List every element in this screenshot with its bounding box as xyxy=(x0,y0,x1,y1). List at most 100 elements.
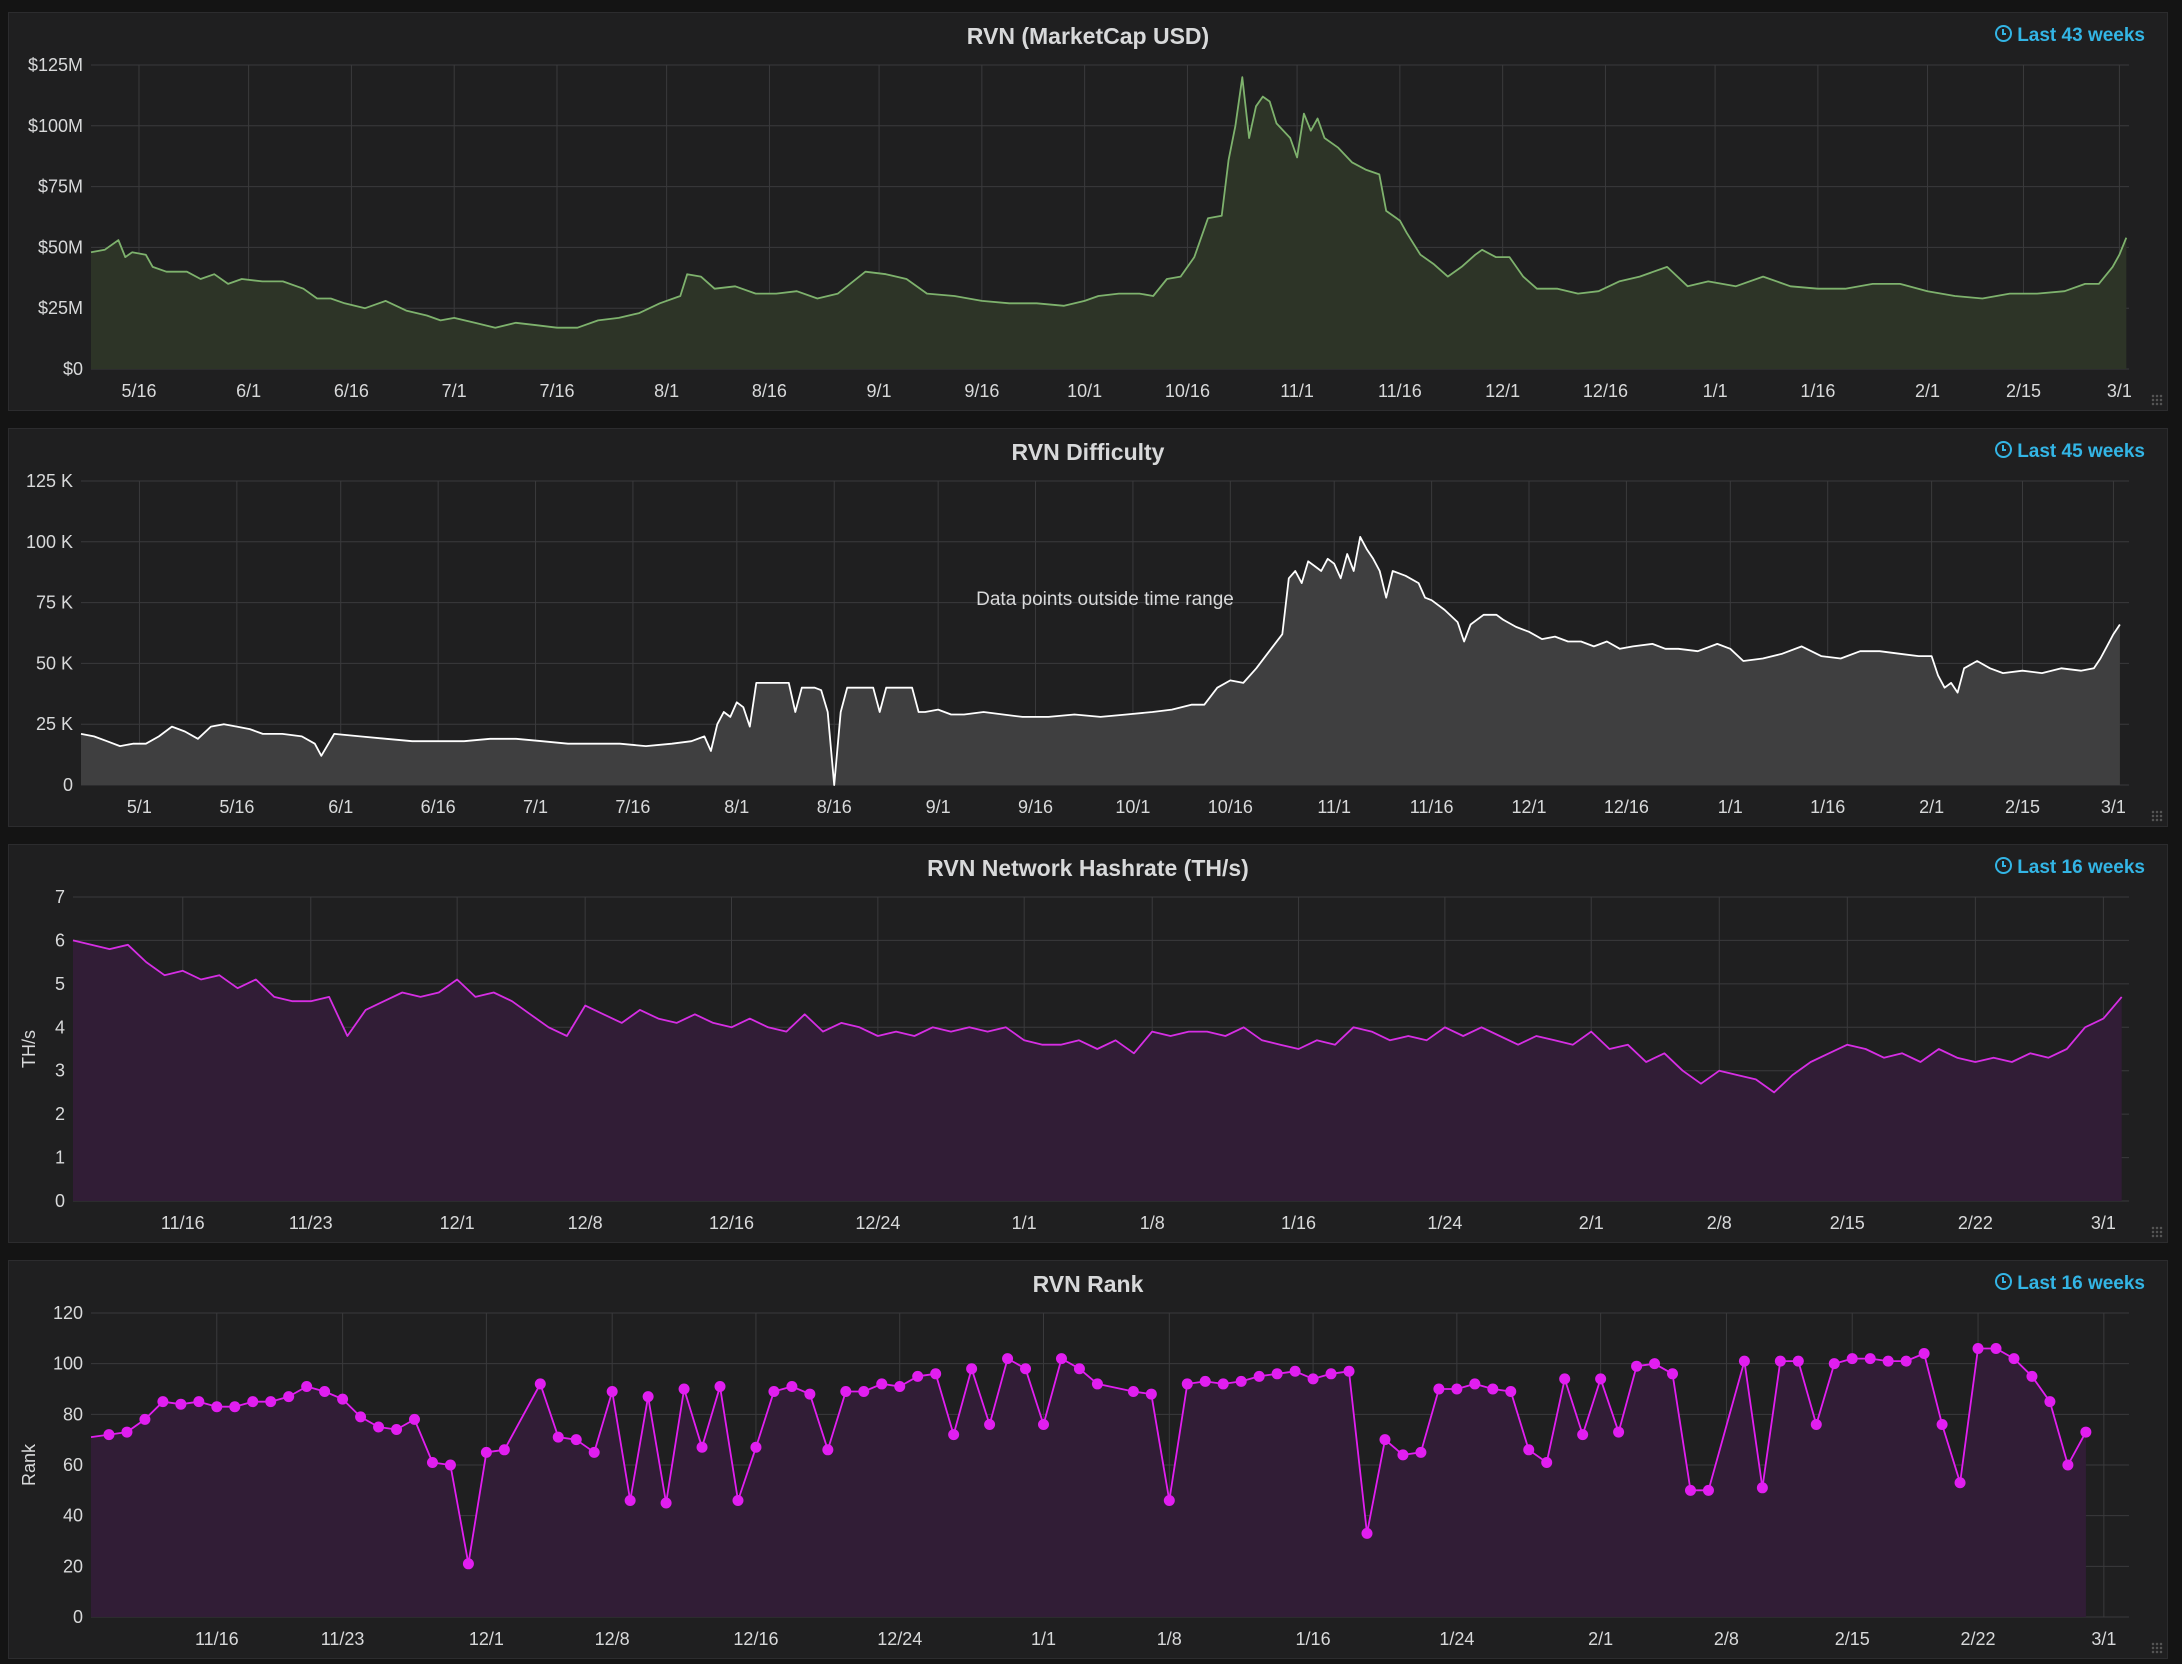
data-point xyxy=(750,1441,762,1453)
x-tick-label: 5/16 xyxy=(121,381,156,401)
resize-handle[interactable] xyxy=(2151,810,2163,822)
data-point xyxy=(642,1391,654,1403)
resize-handle[interactable] xyxy=(2151,1226,2163,1238)
data-point xyxy=(1289,1365,1301,1377)
data-point xyxy=(534,1378,546,1390)
x-tick-label: 12/24 xyxy=(877,1629,922,1649)
data-point xyxy=(1918,1348,1930,1360)
data-point xyxy=(1559,1373,1571,1385)
data-point xyxy=(1613,1426,1625,1438)
x-tick-label: 12/8 xyxy=(568,1213,603,1233)
x-tick-label: 2/1 xyxy=(1579,1213,1604,1233)
x-tick-label: 2/22 xyxy=(1961,1629,1996,1649)
data-point xyxy=(1792,1355,1804,1367)
data-point xyxy=(1361,1527,1373,1539)
x-tick-label: 9/16 xyxy=(964,381,999,401)
data-point xyxy=(103,1429,115,1441)
data-point xyxy=(337,1393,349,1405)
data-point xyxy=(1002,1353,1014,1365)
data-point xyxy=(786,1380,798,1392)
data-point xyxy=(1756,1482,1768,1494)
data-point xyxy=(444,1459,456,1471)
x-tick-label: 1/16 xyxy=(1281,1213,1316,1233)
data-point xyxy=(2044,1396,2056,1408)
data-point xyxy=(1990,1342,2002,1354)
y-tick-label: $50M xyxy=(38,237,83,257)
data-point xyxy=(660,1497,672,1509)
data-point xyxy=(1702,1484,1714,1496)
x-tick-label: 10/16 xyxy=(1165,381,1210,401)
data-point xyxy=(804,1388,816,1400)
data-point xyxy=(1415,1446,1427,1458)
data-point xyxy=(1595,1373,1607,1385)
x-tick-label: 12/24 xyxy=(855,1213,900,1233)
data-point xyxy=(1577,1429,1589,1441)
data-point xyxy=(1055,1353,1067,1365)
data-point xyxy=(229,1401,241,1413)
data-point xyxy=(2062,1459,2074,1471)
data-point xyxy=(1936,1418,1948,1430)
x-tick-label: 12/16 xyxy=(1604,797,1649,817)
x-tick-label: 7/1 xyxy=(442,381,467,401)
x-tick-label: 12/8 xyxy=(595,1629,630,1649)
x-tick-label: 1/8 xyxy=(1140,1213,1165,1233)
x-tick-label: 1/16 xyxy=(1810,797,1845,817)
data-point xyxy=(1343,1365,1355,1377)
x-tick-label: 12/1 xyxy=(440,1213,475,1233)
x-tick-label: 1/24 xyxy=(1427,1213,1462,1233)
x-tick-label: 7/16 xyxy=(615,797,650,817)
data-point xyxy=(1307,1373,1319,1385)
data-point xyxy=(606,1386,618,1398)
y-tick-label: 100 xyxy=(53,1354,83,1374)
data-point xyxy=(1020,1363,1032,1375)
data-point xyxy=(1846,1353,1858,1365)
data-point xyxy=(462,1558,474,1570)
data-point xyxy=(1487,1383,1499,1395)
x-tick-label: 12/16 xyxy=(733,1629,778,1649)
data-point xyxy=(768,1386,780,1398)
rank-chart: 0 20 40 60 80 100 120 11/16 11/23 12/1 12/8 12/16 12… xyxy=(19,1303,2129,1649)
data-point xyxy=(1864,1353,1876,1365)
x-tick-label: 1/16 xyxy=(1296,1629,1331,1649)
data-point xyxy=(355,1411,367,1423)
x-tick-label: 2/22 xyxy=(1958,1213,1993,1233)
data-point xyxy=(211,1401,223,1413)
data-point xyxy=(319,1386,331,1398)
x-tick-label: 10/16 xyxy=(1208,797,1253,817)
x-tick-label: 11/16 xyxy=(161,1213,205,1233)
series-area-fill xyxy=(91,77,2127,369)
data-point xyxy=(1469,1378,1481,1390)
data-point xyxy=(373,1421,385,1433)
data-point xyxy=(1397,1449,1409,1461)
data-point xyxy=(1038,1418,1050,1430)
x-tick-label: 11/23 xyxy=(321,1629,365,1649)
marketcap-panel: RVN (MarketCap USD) Last 43 weeks $0 $25M… xyxy=(8,12,2168,411)
data-point xyxy=(301,1380,313,1392)
x-tick-label: 12/1 xyxy=(1511,797,1546,817)
y-tick-label: $0 xyxy=(63,359,83,379)
x-tick-label: 10/1 xyxy=(1115,797,1150,817)
y-tick-label: 40 xyxy=(63,1506,83,1526)
data-point xyxy=(1667,1368,1679,1380)
data-point xyxy=(1684,1484,1696,1496)
data-point xyxy=(2008,1353,2020,1365)
x-tick-label: 2/1 xyxy=(1588,1629,1613,1649)
data-point xyxy=(139,1413,151,1425)
data-point xyxy=(1163,1494,1175,1506)
x-tick-label: 3/1 xyxy=(2091,1629,2116,1649)
x-tick-label: 2/15 xyxy=(2005,797,2040,817)
series-area-fill xyxy=(73,940,2122,1201)
data-point xyxy=(1649,1358,1661,1370)
x-tick-label: 2/1 xyxy=(1915,381,1940,401)
resize-handle[interactable] xyxy=(2151,1642,2163,1654)
data-point xyxy=(1091,1378,1103,1390)
data-point xyxy=(1774,1355,1786,1367)
series-area-fill xyxy=(81,536,2120,785)
resize-handle[interactable] xyxy=(2151,394,2163,406)
data-point xyxy=(570,1434,582,1446)
data-point xyxy=(1433,1383,1445,1395)
data-point xyxy=(1073,1363,1085,1375)
x-tick-label: 3/1 xyxy=(2091,1213,2116,1233)
x-tick-label: 1/1 xyxy=(1031,1629,1056,1649)
data-point xyxy=(175,1398,187,1410)
